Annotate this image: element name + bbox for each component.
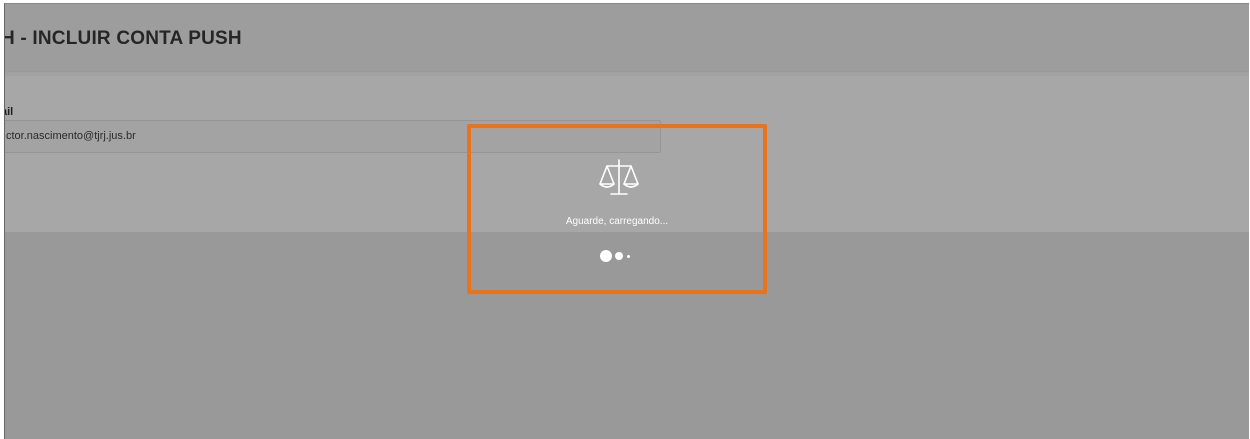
loading-dialog: Aguarde, carregando... xyxy=(467,124,767,294)
loading-overlay: Aguarde, carregando... xyxy=(5,4,1249,439)
loading-spinner xyxy=(600,250,650,264)
loading-message: Aguarde, carregando... xyxy=(565,216,669,227)
app-screen: H - INCLUIR CONTA PUSH ail ctor.nascimen… xyxy=(4,3,1249,439)
spinner-dot xyxy=(627,255,630,258)
scales-of-justice-icon xyxy=(599,159,639,195)
spinner-dot xyxy=(615,252,623,260)
spinner-dot xyxy=(600,250,612,262)
